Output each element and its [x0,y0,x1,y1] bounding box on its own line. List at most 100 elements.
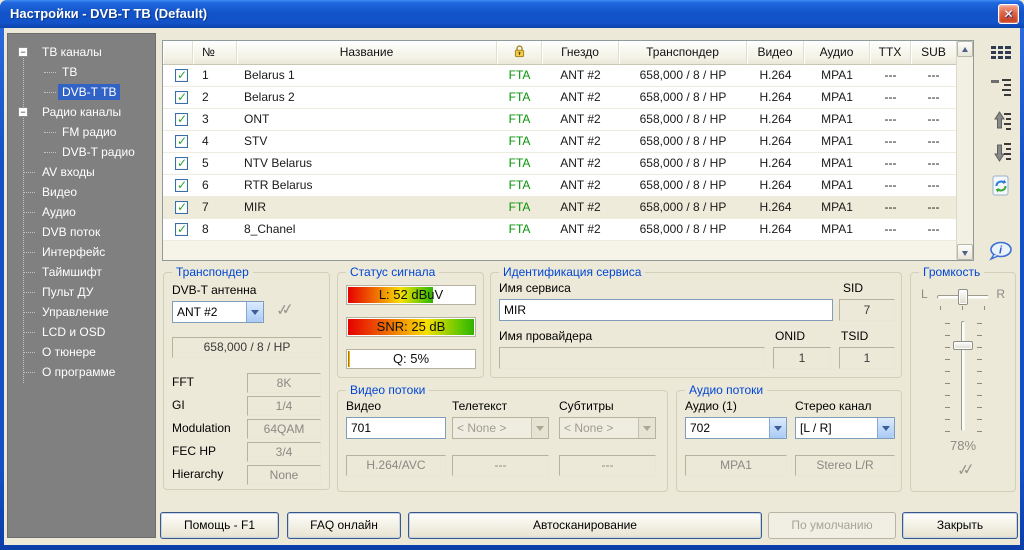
channel-checkbox[interactable] [175,223,188,236]
sidebar-item[interactable]: DVB-T ТВ [8,82,155,102]
cell-transponder: 658,000 / 8 / HP [619,65,747,86]
table-row[interactable]: 88_ChanelFTAANT #2658,000 / 8 / HPH.264M… [163,219,956,241]
cell-socket: ANT #2 [542,87,619,108]
channel-checkbox[interactable] [175,201,188,214]
cell-name: Belarus 2 [237,87,497,108]
antenna-combobox[interactable]: ANT #2 [172,301,264,323]
sidebar-item-label: Пульт ДУ [38,284,97,300]
cell-num: 1 [193,65,237,86]
header-sub[interactable]: SUB [911,41,956,65]
channel-checkbox[interactable] [175,113,188,126]
table-scrollbar[interactable] [956,41,973,260]
apply-check-icon[interactable]: ✓✓ [275,300,289,319]
sidebar-item[interactable]: DVB поток [8,222,155,242]
channel-list-icon[interactable] [988,42,1014,66]
sidebar-item[interactable]: −Радио каналы [8,102,155,122]
header-checkbox-col[interactable] [163,41,193,65]
volume-percent: 78% [911,438,1015,453]
channel-checkbox[interactable] [175,91,188,104]
header-ttx[interactable]: TTX [870,41,911,65]
table-row[interactable]: 5NTV BelarusFTAANT #2658,000 / 8 / HPH.2… [163,153,956,175]
video-pid-input[interactable]: 701 [346,417,446,439]
sidebar-item[interactable]: ТВ [8,62,155,82]
scroll-down-icon[interactable] [957,244,973,260]
checkbox-cell [163,87,193,108]
snr-bar: SNR: 25 dB [346,317,476,337]
header-transponder[interactable]: Транспондер [619,41,747,65]
header-lock[interactable] [497,41,542,65]
scroll-up-icon[interactable] [957,41,973,57]
sidebar-item[interactable]: О тюнере [8,342,155,362]
help-button[interactable]: Помощь - F1 [160,512,279,539]
chevron-down-icon[interactable] [769,418,786,438]
channel-checkbox[interactable] [175,157,188,170]
cell-video: H.264 [747,131,804,152]
balance-slider-thumb[interactable] [958,289,968,305]
hierarchy-label: Hierarchy [172,467,223,481]
info-icon[interactable]: i [988,239,1014,263]
sidebar-item-label: AV входы [38,164,99,180]
sidebar-item[interactable]: Таймшифт [8,262,155,282]
table-row[interactable]: 4STVFTAANT #2658,000 / 8 / HPH.264MPA1--… [163,131,956,153]
service-name-input[interactable]: MIR [499,299,833,321]
service-name-label: Имя сервиса [499,281,571,295]
titlebar[interactable]: Настройки - DVB-T ТВ (Default) ✕ [0,0,1024,28]
collapse-icon[interactable]: − [18,47,28,57]
table-row[interactable]: 7MIRFTAANT #2658,000 / 8 / HPH.264MPA1--… [163,197,956,219]
header-audio[interactable]: Аудио [804,41,870,65]
sidebar-item[interactable]: Управление [8,302,155,322]
collapse-icon[interactable]: − [18,107,28,117]
sidebar-item[interactable]: FM радио [8,122,155,142]
channel-checkbox[interactable] [175,135,188,148]
channel-checkbox[interactable] [175,179,188,192]
sidebar-item[interactable]: Видео [8,182,155,202]
close-window-button[interactable]: Закрыть [902,512,1018,539]
stereo-combobox[interactable]: [L / R] [795,417,895,439]
header-socket[interactable]: Гнездо [542,41,619,65]
faq-button[interactable]: FAQ онлайн [287,512,401,539]
sidebar-item[interactable]: О программе [8,362,155,382]
sidebar-item[interactable]: LCD и OSD [8,322,155,342]
move-up-icon[interactable] [988,108,1014,132]
volume-slider[interactable] [961,321,965,431]
modulation-label: Modulation [172,421,231,435]
chevron-down-icon[interactable] [877,418,894,438]
table-row[interactable]: 3ONTFTAANT #2658,000 / 8 / HPH.264MPA1--… [163,109,956,131]
subtitles-info-field: --- [559,455,656,476]
cell-socket: ANT #2 [542,109,619,130]
table-row[interactable]: 1Belarus 1FTAANT #2658,000 / 8 / HPH.264… [163,65,956,87]
chevron-down-icon[interactable] [246,302,263,322]
cell-audio: MPA1 [804,219,870,240]
cell-fta: FTA [497,153,542,174]
cell-name: Belarus 1 [237,65,497,86]
renumber-icon[interactable] [988,75,1014,99]
fec-label: FEC HP [172,444,216,458]
move-down-icon[interactable] [988,141,1014,165]
sidebar-item[interactable]: Аудио [8,202,155,222]
table-row[interactable]: 2Belarus 2FTAANT #2658,000 / 8 / HPH.264… [163,87,956,109]
volume-slider-thumb[interactable] [953,341,973,350]
sidebar-item[interactable]: AV входы [8,162,155,182]
sidebar-item[interactable]: DVB-T радио [8,142,155,162]
channel-checkbox[interactable] [175,69,188,82]
header-video[interactable]: Видео [747,41,804,65]
refresh-icon[interactable] [988,174,1014,198]
sidebar-item[interactable]: −ТВ каналы [8,42,155,62]
header-name[interactable]: Название [237,41,497,65]
service-id-panel: Идентификация сервиса Имя сервиса SID MI… [490,272,902,378]
cell-video: H.264 [747,153,804,174]
fec-value: 3/4 [247,442,321,462]
transponder-panel: Транспондер DVB-T антенна ANT #2 ✓✓ 658,… [163,272,330,490]
sidebar-item-label: ТВ каналы [38,44,106,60]
header-num[interactable]: № [193,41,237,65]
autoscan-button[interactable]: Автосканирование [408,512,762,539]
volume-apply-icon[interactable]: ✓✓ [956,460,970,479]
sidebar-item[interactable]: Пульт ДУ [8,282,155,302]
table-row[interactable]: 6RTR BelarusFTAANT #2658,000 / 8 / HPH.2… [163,175,956,197]
stereo-info-field: Stereo L/R [795,455,895,476]
sidebar-item-label: FM радио [58,124,120,140]
transponder-params-field: 658,000 / 8 / HP [172,337,322,358]
close-button[interactable]: ✕ [998,4,1019,24]
sidebar-item[interactable]: Интерфейс [8,242,155,262]
audio-pid-combobox[interactable]: 702 [685,417,787,439]
